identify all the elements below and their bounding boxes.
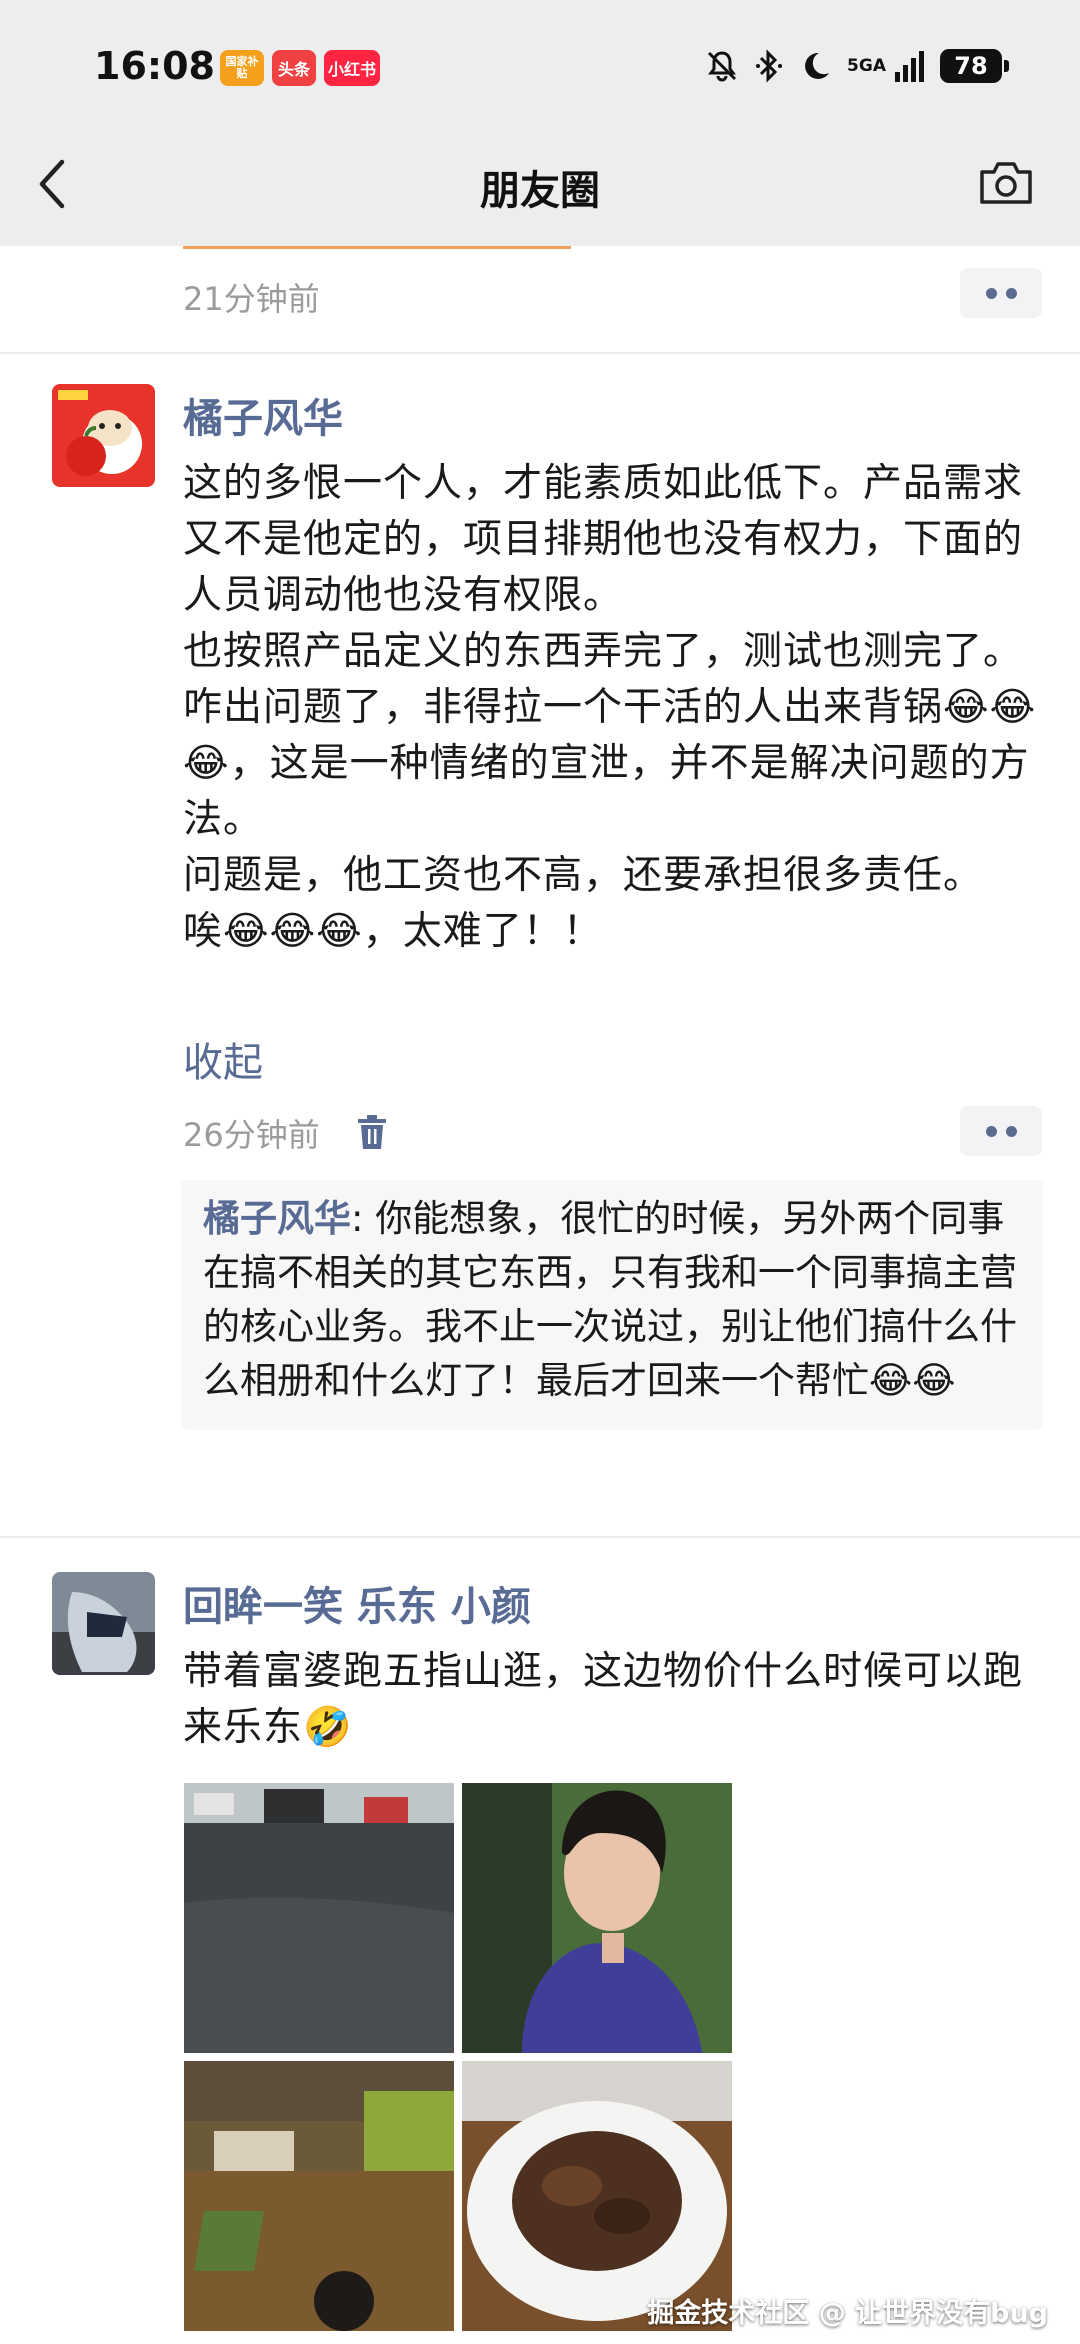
street-photo[interactable] (184, 1783, 454, 2053)
portrait-photo[interactable] (462, 1783, 732, 2053)
post-divider (0, 352, 1080, 354)
signal-bars-icon (895, 51, 924, 82)
comment-box: 橘子风华: 你能想象，很忙的时候，另外两个同事在搞不相关的其它东西，只有我和一个… (181, 1180, 1043, 1430)
mute-bell-icon (707, 51, 737, 82)
post-author[interactable]: 橘子风华 (183, 386, 343, 444)
moon-icon (805, 52, 830, 79)
dot-icon (985, 1125, 997, 1137)
post-time: 21分钟前 (183, 280, 320, 318)
previous-post-link-edge (183, 246, 571, 249)
more-options-button[interactable] (960, 268, 1042, 318)
more-options-button[interactable] (960, 1106, 1042, 1156)
status-icons: 5GA 78 (705, 48, 1009, 84)
watermark: 掘金技术社区 @ 让世界没有bug (647, 2298, 1048, 2329)
trash-icon[interactable] (356, 1114, 388, 1150)
camera-icon[interactable] (978, 158, 1034, 206)
post-text: 带着富婆跑五指山逛，这边物价什么时候可以跑来乐东🤣 (183, 1649, 1024, 1750)
dot-icon (1005, 1125, 1017, 1137)
notification-app-badges: 国家补贴 头条 小红书 (220, 50, 381, 86)
dot-icon (1005, 287, 1017, 299)
post-text: 这的多恨一个人，才能素质如此低下。产品需求又不是他定的，项目排期他也没有权力，下… (183, 461, 1037, 954)
dot-icon (985, 287, 997, 299)
signal-5ga-label: 5GA (847, 55, 886, 76)
post-author[interactable]: 回眸一笑 乐东 小颜 (183, 1574, 531, 1632)
app-badge-toutiao: 头条 (272, 50, 316, 86)
post-divider (0, 1536, 1080, 1538)
comment-author[interactable]: 橘子风华 (203, 1197, 351, 1240)
avatar[interactable] (52, 1572, 155, 1675)
longan-market-photo[interactable] (184, 2061, 454, 2331)
collapse-link[interactable]: 收起 (183, 1030, 263, 1088)
photo-grid (184, 1783, 732, 2331)
bluetooth-icon (756, 49, 783, 83)
post-time: 26分钟前 (183, 1116, 320, 1154)
battery-indicator: 78 (940, 49, 1009, 83)
top-bar: 16:08 国家补贴 头条 小红书 5GA 78 朋友圈 (0, 0, 1080, 246)
status-time: 16:08 (94, 44, 215, 88)
avatar[interactable] (52, 384, 155, 487)
app-badge-xiaohongshu: 小红书 (324, 50, 381, 86)
app-badge-subsidy: 国家补贴 (220, 50, 264, 86)
page-title: 朋友圈 (480, 168, 600, 214)
